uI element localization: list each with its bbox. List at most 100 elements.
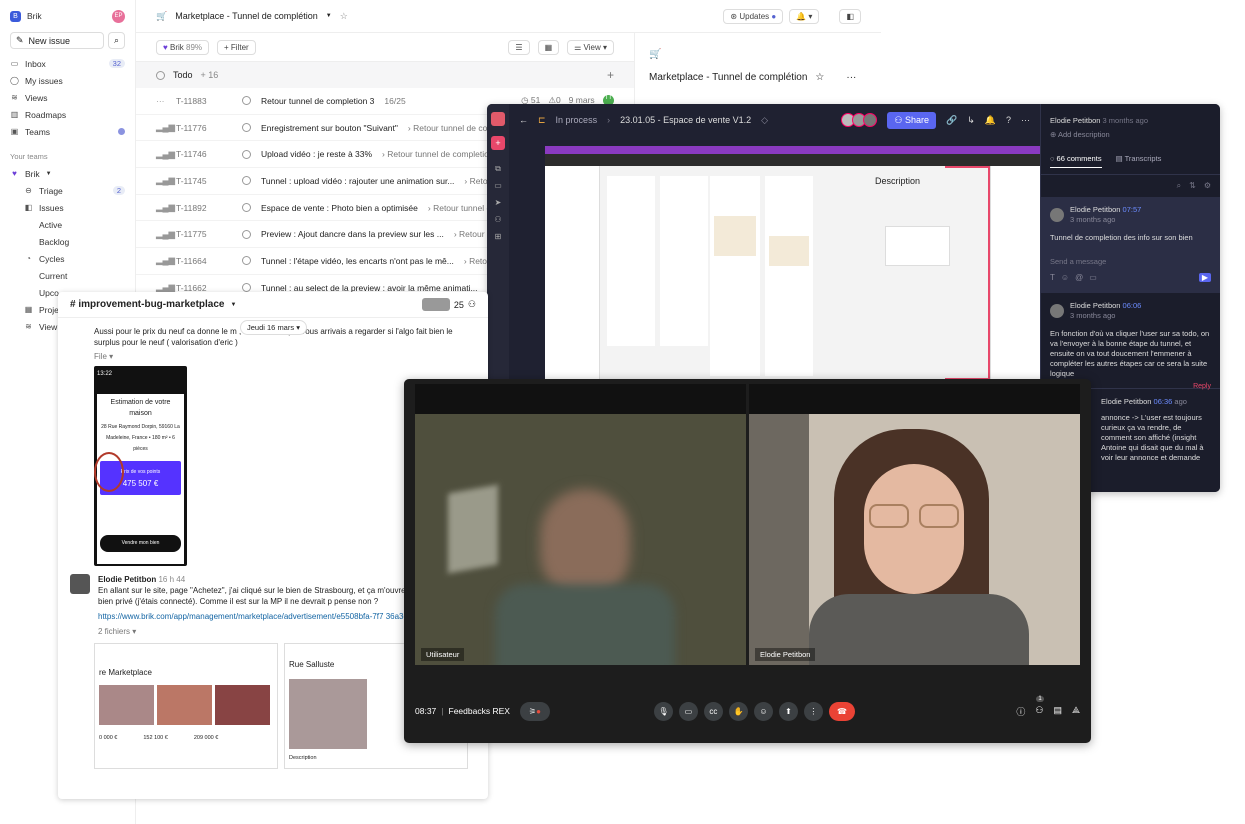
text-icon[interactable]: T — [1050, 273, 1055, 282]
activities-icon[interactable]: ⟁ — [1072, 705, 1080, 718]
sidebar-item-active[interactable]: Active — [0, 216, 135, 233]
settings-icon[interactable]: ⚙ — [1204, 181, 1211, 191]
raise-hand-button[interactable]: ✋ — [728, 701, 748, 721]
comment-timestamp[interactable]: 06:36 — [1154, 397, 1173, 406]
sidebar-item-views[interactable]: ≋ Views — [0, 89, 135, 106]
figma-canvas[interactable]: Description — [545, 146, 1040, 380]
emoji-icon[interactable]: ☺ — [1061, 273, 1069, 282]
more-options-button[interactable]: ⋮ — [803, 701, 823, 721]
comment-timestamp[interactable]: 06:06 — [1123, 301, 1142, 310]
send-icon[interactable]: ▶ — [1198, 273, 1211, 282]
reply-button[interactable]: Reply — [1193, 383, 1211, 391]
avatar[interactable] — [70, 574, 90, 594]
back-arrow-icon[interactable]: ← — [519, 115, 528, 125]
chevron-down-icon[interactable]: ▼ — [326, 13, 332, 19]
forward-icon[interactable]: ↳ — [967, 115, 975, 126]
video-tile-user[interactable]: Utilisateur — [415, 384, 746, 665]
chevron-down-icon[interactable]: ▼ — [231, 302, 237, 308]
video-tile-elodie[interactable]: Elodie Petitbon — [749, 384, 1080, 665]
priority-icon[interactable]: ▂▄▆ — [156, 202, 175, 213]
status-icon[interactable] — [242, 96, 251, 106]
team-brik[interactable]: ♥ Brik ▼ — [0, 165, 135, 182]
priority-icon[interactable]: ··· — [156, 96, 166, 106]
tag-icon[interactable]: ◇ — [761, 115, 768, 126]
hang-up-button[interactable]: ☎ — [828, 701, 855, 721]
send-icon[interactable]: ➤ — [487, 194, 509, 211]
notifications-button[interactable]: 🔔 ▾ — [789, 8, 820, 24]
add-icon[interactable]: + — [491, 136, 505, 150]
priority-icon[interactable]: ▂▄▆ — [156, 149, 175, 160]
chat-icon[interactable]: ▤ — [1053, 705, 1062, 718]
status-icon[interactable] — [242, 283, 251, 293]
member-avatars[interactable] — [421, 298, 450, 311]
phone-screenshot[interactable]: 13:22 Estimation de votre maison 28 Rue … — [94, 366, 187, 566]
status-icon[interactable] — [242, 229, 251, 239]
emoji-button[interactable]: ☺ — [753, 701, 773, 721]
captions-button[interactable]: cc — [703, 701, 723, 721]
view-button[interactable]: ⚌ View ▾ — [567, 39, 614, 55]
more-icon[interactable]: ··· — [846, 72, 856, 83]
sidebar-item-teams[interactable]: ▣ Teams — [0, 123, 135, 140]
status-icon[interactable] — [242, 203, 251, 213]
people-button[interactable]: ⚇ 1 — [1035, 695, 1044, 718]
link-icon[interactable]: 🔗 — [946, 115, 957, 126]
sidebar-item-cycles[interactable]: ◔ Cycles — [0, 250, 135, 267]
sidebar-item-issues[interactable]: ◧ Issues — [0, 199, 135, 216]
send-message-input[interactable]: Send a message — [1050, 257, 1211, 267]
sort-icon[interactable]: ⇅ — [1189, 181, 1196, 191]
date-pill[interactable]: Jeudi 16 mars ▾ — [240, 320, 307, 335]
sidebar-item-roadmaps[interactable]: ▥ Roadmaps — [0, 106, 135, 123]
microphone-button[interactable]: 🎙 — [653, 701, 673, 721]
add-member-icon[interactable]: ⚇ — [468, 299, 476, 310]
sidebar-item-current[interactable]: Current — [0, 267, 135, 284]
group-header-todo[interactable]: Todo + 16 + — [136, 62, 634, 88]
more-icon[interactable]: ··· — [1021, 115, 1030, 125]
present-button[interactable]: ⬆ — [778, 701, 798, 721]
channel-name[interactable]: # improvement-bug-marketplace — [70, 299, 225, 310]
status-icon[interactable] — [242, 123, 251, 133]
star-icon[interactable]: ☆ — [815, 72, 824, 83]
workspace-switcher[interactable]: B Brik EP — [0, 0, 135, 32]
sidebar-item-my-issues[interactable]: ◯ My issues — [0, 72, 135, 89]
sidebar-item-inbox[interactable]: ▭ Inbox 32 — [0, 55, 135, 72]
tab-transcripts[interactable]: ▤ Transcripts — [1116, 154, 1162, 168]
status-icon[interactable] — [242, 256, 251, 266]
add-description-button[interactable]: ⊕ Add description — [1041, 125, 1220, 144]
status-icon[interactable] — [242, 176, 251, 186]
camera-button[interactable]: ▭ — [678, 701, 698, 721]
recording-indicator[interactable]: ⚞ ● — [519, 701, 550, 721]
priority-icon[interactable]: ▂▄▆ — [156, 255, 175, 266]
mention-icon[interactable]: @ — [1075, 273, 1083, 282]
message-author[interactable]: Elodie Petitbon — [98, 575, 156, 584]
comment-timestamp[interactable]: 07:57 — [1123, 205, 1142, 214]
list-view-icon[interactable]: ☰ — [508, 39, 530, 55]
board-view-icon[interactable]: ▦ — [537, 39, 560, 55]
priority-icon[interactable]: ▂▄▆ — [156, 175, 175, 186]
star-icon[interactable]: ☆ — [340, 11, 348, 22]
priority-icon[interactable]: ▂▄▆ — [156, 122, 175, 133]
share-button[interactable]: ⚇ Share — [887, 111, 936, 129]
people-icon[interactable]: ⚇ — [487, 211, 509, 228]
sidebar-item-triage[interactable]: ⊖ Triage 2 — [0, 182, 135, 199]
new-issue-button[interactable]: ✎ New issue — [10, 32, 104, 49]
add-issue-icon[interactable]: + — [607, 68, 614, 82]
bell-icon[interactable]: 🔔 — [985, 115, 996, 126]
panel-toggle-button[interactable]: ◧ — [839, 8, 861, 24]
team-filter-chip[interactable]: ♥ Brik 89% — [156, 39, 210, 55]
stack-icon[interactable]: ⧉ — [487, 160, 509, 177]
video-icon[interactable]: ▭ — [1089, 273, 1097, 282]
status-label[interactable]: In process — [556, 115, 598, 125]
tab-comments[interactable]: ◌ 66 comments — [1050, 154, 1102, 168]
info-icon[interactable]: ⓘ — [1016, 705, 1025, 718]
search-icon[interactable]: ⌕ — [1177, 181, 1181, 191]
help-icon[interactable]: ? — [1006, 115, 1011, 125]
sidebar-item-backlog[interactable]: Backlog — [0, 233, 135, 250]
status-icon[interactable] — [242, 149, 251, 159]
avatar[interactable]: EP — [112, 9, 125, 23]
inbox-icon[interactable]: ▭ — [487, 177, 509, 194]
search-button[interactable]: ⌕ — [108, 32, 125, 49]
updates-button[interactable]: ⊛ Updates ● — [723, 8, 784, 24]
priority-icon[interactable]: ▂▄▆ — [156, 229, 175, 240]
grid-icon[interactable]: ⊞ — [487, 228, 509, 245]
attachment-thumbnail[interactable]: re Marketplace 0 000 € 152 100 € 209 000 € — [94, 643, 278, 769]
